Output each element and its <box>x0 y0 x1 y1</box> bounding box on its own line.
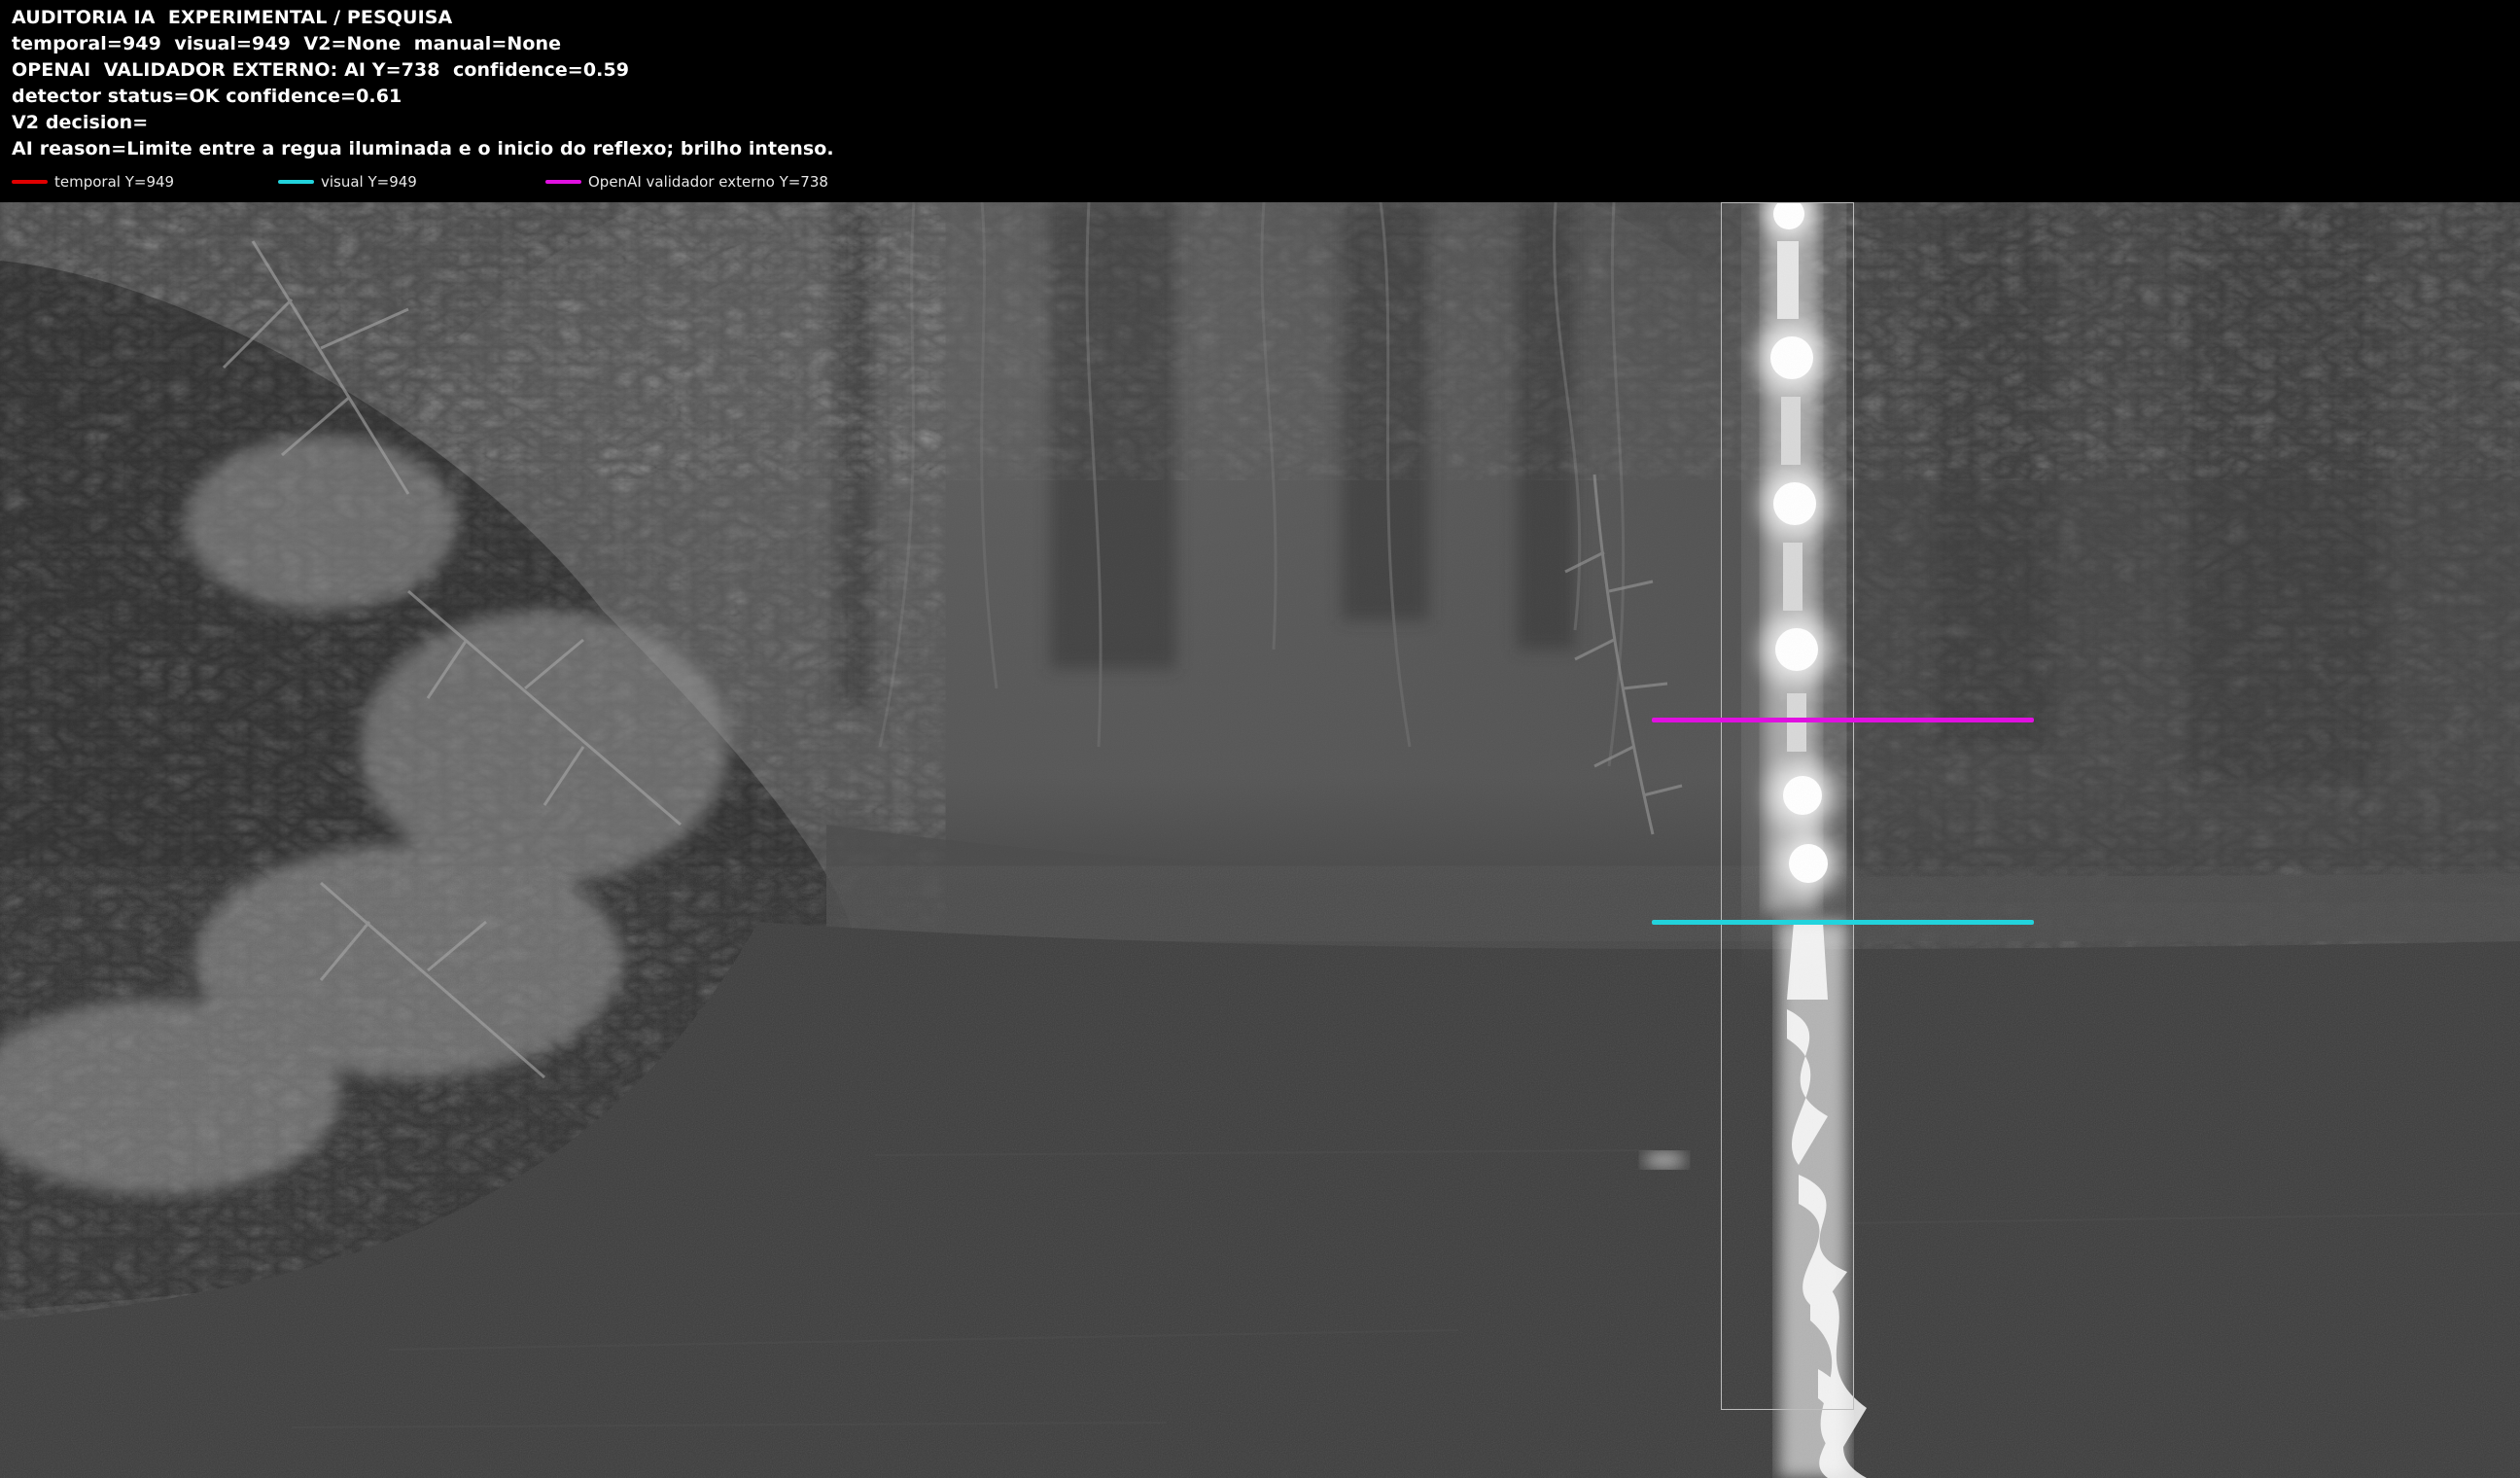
openai-validator-line-marker <box>1652 718 2034 722</box>
ruler-roi-box <box>1721 202 1854 1410</box>
legend-visual-label: visual Y=949 <box>321 173 417 191</box>
audit-header: AUDITORIA IA EXPERIMENTAL / PESQUISA tem… <box>0 0 2520 202</box>
legend-temporal-label: temporal Y=949 <box>54 173 175 191</box>
v2-decision-line: V2 decision= <box>12 112 149 133</box>
legend-temporal-swatch <box>12 180 48 184</box>
openai-validator-line: OPENAI VALIDADOR EXTERNO: AI Y=738 confi… <box>12 59 630 81</box>
ai-reason-line: AI reason=Limite entre a regua iluminada… <box>12 138 834 159</box>
detector-status-line: detector status=OK confidence=0.61 <box>12 86 402 107</box>
legend-openai-swatch <box>545 180 581 184</box>
night-camera-frame <box>0 202 2520 1478</box>
visual-line-marker <box>1652 920 2034 925</box>
audit-title: AUDITORIA IA EXPERIMENTAL / PESQUISA <box>12 7 453 28</box>
river-scene <box>0 202 2520 1478</box>
legend-visual-swatch <box>278 180 314 184</box>
legend-openai-label: OpenAI validador externo Y=738 <box>588 173 828 191</box>
readings-line: temporal=949 visual=949 V2=None manual=N… <box>12 33 562 54</box>
